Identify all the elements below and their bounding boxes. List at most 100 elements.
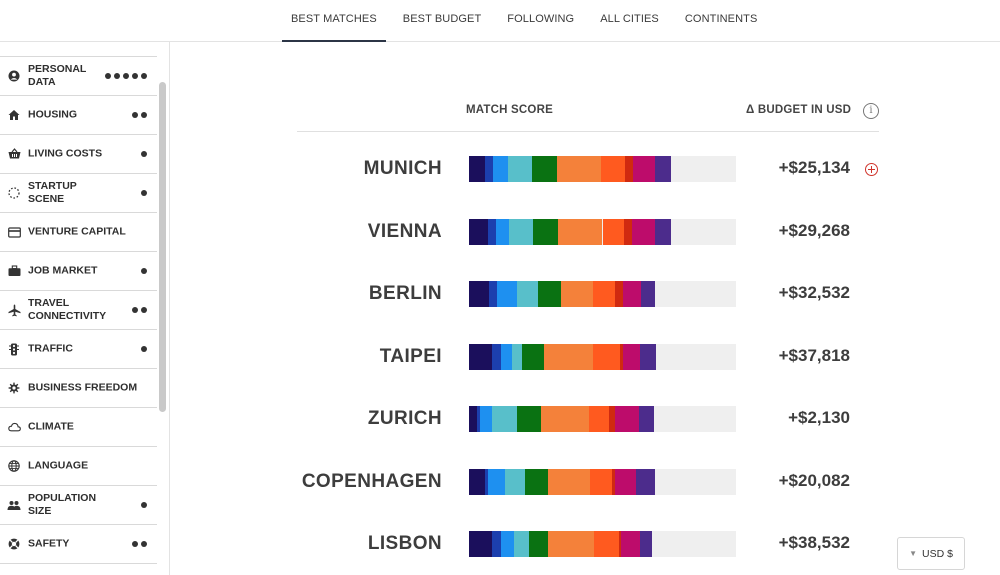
score-segment bbox=[614, 468, 636, 495]
sidebar-item-population-size[interactable]: POPULATION SIZE bbox=[0, 486, 157, 525]
city-row-taipei[interactable]: TAIPEI +$37,818 bbox=[297, 343, 897, 373]
gear-icon bbox=[7, 381, 21, 395]
sidebar-item-job-market[interactable]: JOB MARKET bbox=[0, 252, 157, 291]
score-segment bbox=[557, 156, 601, 182]
city-row-copenhagen[interactable]: COPENHAGEN +$20,082 bbox=[297, 468, 897, 498]
sidebar-item-venture-capital[interactable]: VENTURE CAPITAL bbox=[0, 213, 157, 252]
importance-dot bbox=[141, 73, 147, 79]
filter-list: PERSONAL DATA HOUSING LIVING COSTS STARTUP … bbox=[0, 56, 157, 564]
score-segment bbox=[547, 468, 591, 495]
score-segment bbox=[655, 156, 672, 182]
tab-following[interactable]: FOLLOWING bbox=[498, 0, 583, 42]
sidebar-item-language[interactable]: LANGUAGE bbox=[0, 447, 157, 486]
sidebar-scrollbar[interactable] bbox=[159, 82, 166, 412]
match-score-bar bbox=[469, 468, 736, 495]
score-segment bbox=[517, 281, 539, 307]
city-name[interactable]: TAIPEI bbox=[380, 346, 442, 368]
score-segment bbox=[614, 281, 623, 307]
score-segment bbox=[469, 281, 490, 307]
importance-dot bbox=[141, 151, 147, 157]
score-segment bbox=[641, 281, 655, 307]
globe-icon bbox=[7, 459, 21, 473]
sidebar-item-living-costs[interactable]: LIVING COSTS bbox=[0, 135, 157, 174]
sidebar-item-label: SAFETY bbox=[28, 537, 70, 550]
importance-dots bbox=[141, 502, 147, 508]
score-segment bbox=[631, 218, 655, 245]
importance-dots bbox=[141, 268, 147, 274]
sidebar-item-personal-data[interactable]: PERSONAL DATA bbox=[0, 57, 157, 96]
score-segment bbox=[495, 218, 510, 245]
score-segment bbox=[532, 156, 558, 182]
budget-value: +$25,134 bbox=[778, 158, 850, 177]
score-segment bbox=[508, 156, 533, 182]
city-name[interactable]: COPENHAGEN bbox=[302, 471, 442, 493]
traffic-light-icon bbox=[7, 342, 21, 356]
score-segment bbox=[600, 156, 625, 182]
importance-dot bbox=[141, 268, 147, 274]
city-row-berlin[interactable]: BERLIN +$32,532 bbox=[297, 280, 897, 310]
city-row-zurich[interactable]: ZURICH +$2,130 bbox=[297, 405, 897, 435]
score-segment bbox=[561, 281, 594, 307]
tab-bar: BEST MATCHES BEST BUDGET FOLLOWING ALL CITI… bbox=[282, 0, 774, 42]
match-score-bar bbox=[469, 218, 736, 245]
add-circle-icon[interactable] bbox=[865, 163, 878, 176]
city-row-vienna[interactable]: VIENNA +$29,268 bbox=[297, 218, 897, 248]
sidebar-item-label: PERSONAL DATA bbox=[28, 63, 87, 88]
match-score-bar bbox=[469, 281, 736, 307]
score-segment bbox=[588, 406, 609, 432]
score-segment bbox=[491, 531, 502, 557]
score-segment bbox=[654, 218, 671, 245]
city-row-munich[interactable]: MUNICH +$25,134 bbox=[297, 155, 897, 185]
score-segment bbox=[501, 343, 512, 370]
plane-icon bbox=[7, 303, 21, 317]
sidebar-item-travel-connectivity[interactable]: TRAVEL CONNECTIVITY bbox=[0, 291, 157, 330]
sidebar-item-housing[interactable]: HOUSING bbox=[0, 96, 157, 135]
score-segment bbox=[505, 468, 526, 495]
importance-dots bbox=[141, 190, 147, 196]
sidebar-item-traffic[interactable]: TRAFFIC bbox=[0, 330, 157, 369]
score-segment bbox=[485, 156, 494, 182]
sidebar-item-climate[interactable]: CLIMATE bbox=[0, 408, 157, 447]
sidebar-item-label: VENTURE CAPITAL bbox=[28, 225, 126, 238]
importance-dot bbox=[132, 112, 138, 118]
score-segment bbox=[538, 281, 562, 307]
score-segment bbox=[487, 468, 506, 495]
sidebar-item-label: LIVING COSTS bbox=[28, 147, 103, 160]
city-name[interactable]: BERLIN bbox=[369, 283, 442, 305]
city-name[interactable]: MUNICH bbox=[364, 158, 442, 180]
importance-dot bbox=[141, 346, 147, 352]
lifebuoy-icon bbox=[7, 537, 21, 551]
city-name[interactable]: LISBON bbox=[368, 533, 442, 555]
tab-all-cities[interactable]: ALL CITIES bbox=[591, 0, 668, 42]
currency-selector[interactable]: ▼ USD $ bbox=[897, 537, 965, 570]
budget-value: +$37,818 bbox=[778, 345, 850, 365]
importance-dot bbox=[132, 73, 138, 79]
score-segment bbox=[533, 218, 559, 245]
importance-dot bbox=[141, 502, 147, 508]
sidebar-item-startup-scene[interactable]: STARTUP SCENE bbox=[0, 174, 157, 213]
city-name[interactable]: VIENNA bbox=[368, 221, 442, 243]
tab-best-budget[interactable]: BEST BUDGET bbox=[394, 0, 491, 42]
tab-continents[interactable]: CONTINENTS bbox=[676, 0, 767, 42]
sidebar-item-label: TRAVEL CONNECTIVITY bbox=[28, 297, 107, 322]
score-segment bbox=[547, 531, 595, 557]
score-segment bbox=[624, 156, 633, 182]
importance-dot bbox=[105, 73, 111, 79]
score-segment bbox=[491, 343, 502, 370]
city-name[interactable]: ZURICH bbox=[368, 408, 442, 430]
sidebar-item-safety[interactable]: SAFETY bbox=[0, 525, 157, 564]
match-score-bar bbox=[469, 156, 736, 182]
importance-dots bbox=[141, 346, 147, 352]
importance-dots bbox=[132, 112, 147, 118]
score-segment bbox=[593, 281, 615, 307]
score-segment bbox=[558, 218, 603, 245]
city-row-lisbon[interactable]: LISBON +$38,532 bbox=[297, 530, 897, 560]
importance-dot bbox=[123, 73, 129, 79]
score-segment bbox=[516, 406, 541, 432]
info-icon[interactable]: i bbox=[863, 103, 879, 119]
header-divider bbox=[297, 131, 879, 132]
score-segment bbox=[594, 531, 619, 557]
sidebar-item-business-freedom[interactable]: BUSINESS FREEDOM bbox=[0, 369, 157, 408]
score-segment bbox=[608, 406, 616, 432]
tab-best-matches[interactable]: BEST MATCHES bbox=[282, 0, 386, 42]
